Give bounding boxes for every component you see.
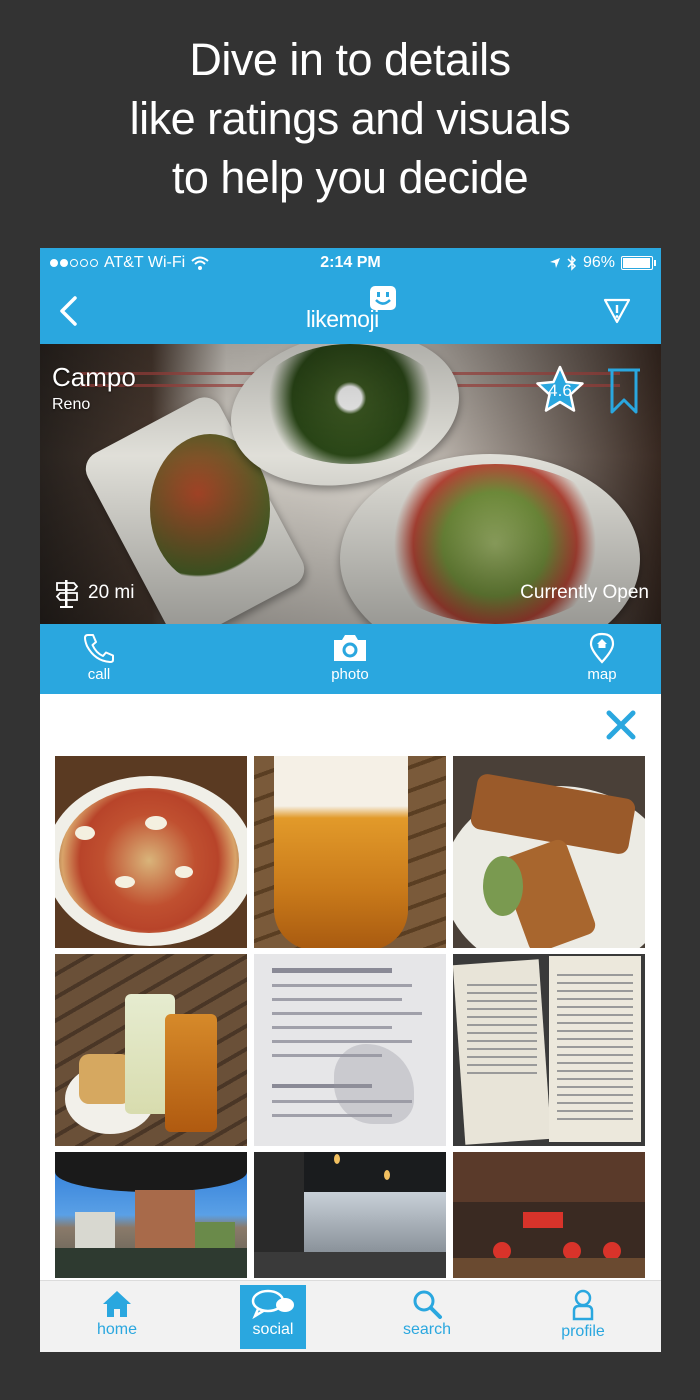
distance-value: 20 mi (88, 582, 135, 603)
camera-icon (334, 635, 366, 661)
status-bar: AT&T Wi-Fi 2:14 PM 96% (40, 248, 661, 278)
home-icon (103, 1291, 131, 1317)
tab-social-label: social (252, 1321, 294, 1338)
call-label: call (87, 666, 111, 683)
close-icon[interactable] (604, 708, 638, 742)
bluetooth-icon (567, 255, 577, 271)
headline-line-2: like ratings and visuals (129, 93, 571, 144)
back-chevron-icon[interactable] (54, 294, 84, 328)
search-icon (413, 1290, 442, 1319)
tab-bar: home social search profile (40, 1280, 661, 1352)
rating-value: 4.6 (548, 381, 572, 400)
battery-percent: 96% (582, 254, 615, 271)
gallery-photo-beer[interactable] (254, 756, 446, 948)
photo-label: photo (331, 666, 369, 683)
profile-icon (572, 1289, 594, 1321)
map-label: map (587, 666, 617, 683)
signpost-icon (55, 580, 79, 608)
marketing-headline: Dive in to details like ratings and visu… (0, 30, 700, 207)
bookmark-icon[interactable] (604, 368, 644, 416)
chat-bubbles-icon (251, 1289, 294, 1319)
tab-search[interactable]: search (377, 1281, 477, 1352)
gallery-photo-patio[interactable] (254, 1152, 446, 1278)
photo-button[interactable]: photo (305, 632, 395, 683)
battery-icon (621, 256, 656, 270)
tab-social[interactable]: social (240, 1285, 306, 1349)
action-bar: call photo map (40, 624, 661, 694)
gallery-photo-cocktails[interactable] (55, 954, 247, 1146)
call-button[interactable]: call (54, 632, 144, 683)
tab-profile-label: profile (561, 1323, 605, 1340)
map-button[interactable]: map (557, 632, 647, 683)
gallery-photo-fried-fish[interactable] (453, 756, 645, 948)
tab-search-label: search (402, 1321, 452, 1338)
gallery-photo-city-view[interactable] (55, 1152, 247, 1278)
tab-profile[interactable]: profile (533, 1281, 633, 1352)
gallery-photo-pizza[interactable] (55, 756, 247, 948)
gallery-photo-kitchen[interactable] (453, 1152, 645, 1278)
place-name: Campo (52, 362, 136, 392)
gallery-photo-menu[interactable] (254, 954, 446, 1146)
place-city: Reno (52, 396, 91, 413)
phone-icon (84, 634, 114, 663)
phone-screen: AT&T Wi-Fi 2:14 PM 96% likemoji Campo Re… (40, 248, 661, 1352)
open-status: Currently Open (520, 582, 649, 603)
headline-line-3: to help you decide (171, 152, 529, 203)
place-hero-image: Campo Reno 4.6 20 mi Currently Open (40, 344, 661, 624)
tab-home[interactable]: home (67, 1281, 167, 1352)
distance-info: 20 mi (54, 578, 134, 608)
gallery-photo-menu-open[interactable] (453, 954, 645, 1146)
headline-line-1: Dive in to details (189, 34, 511, 85)
location-arrow-icon (549, 258, 560, 268)
tab-home-label: home (96, 1321, 138, 1338)
logo-smiley-icon (370, 286, 396, 310)
photo-gallery (40, 694, 661, 1280)
map-pin-icon (589, 632, 615, 664)
nav-bar: likemoji (40, 278, 661, 344)
report-flag-icon[interactable] (603, 296, 631, 324)
rating-badge: 4.6 (534, 364, 586, 416)
